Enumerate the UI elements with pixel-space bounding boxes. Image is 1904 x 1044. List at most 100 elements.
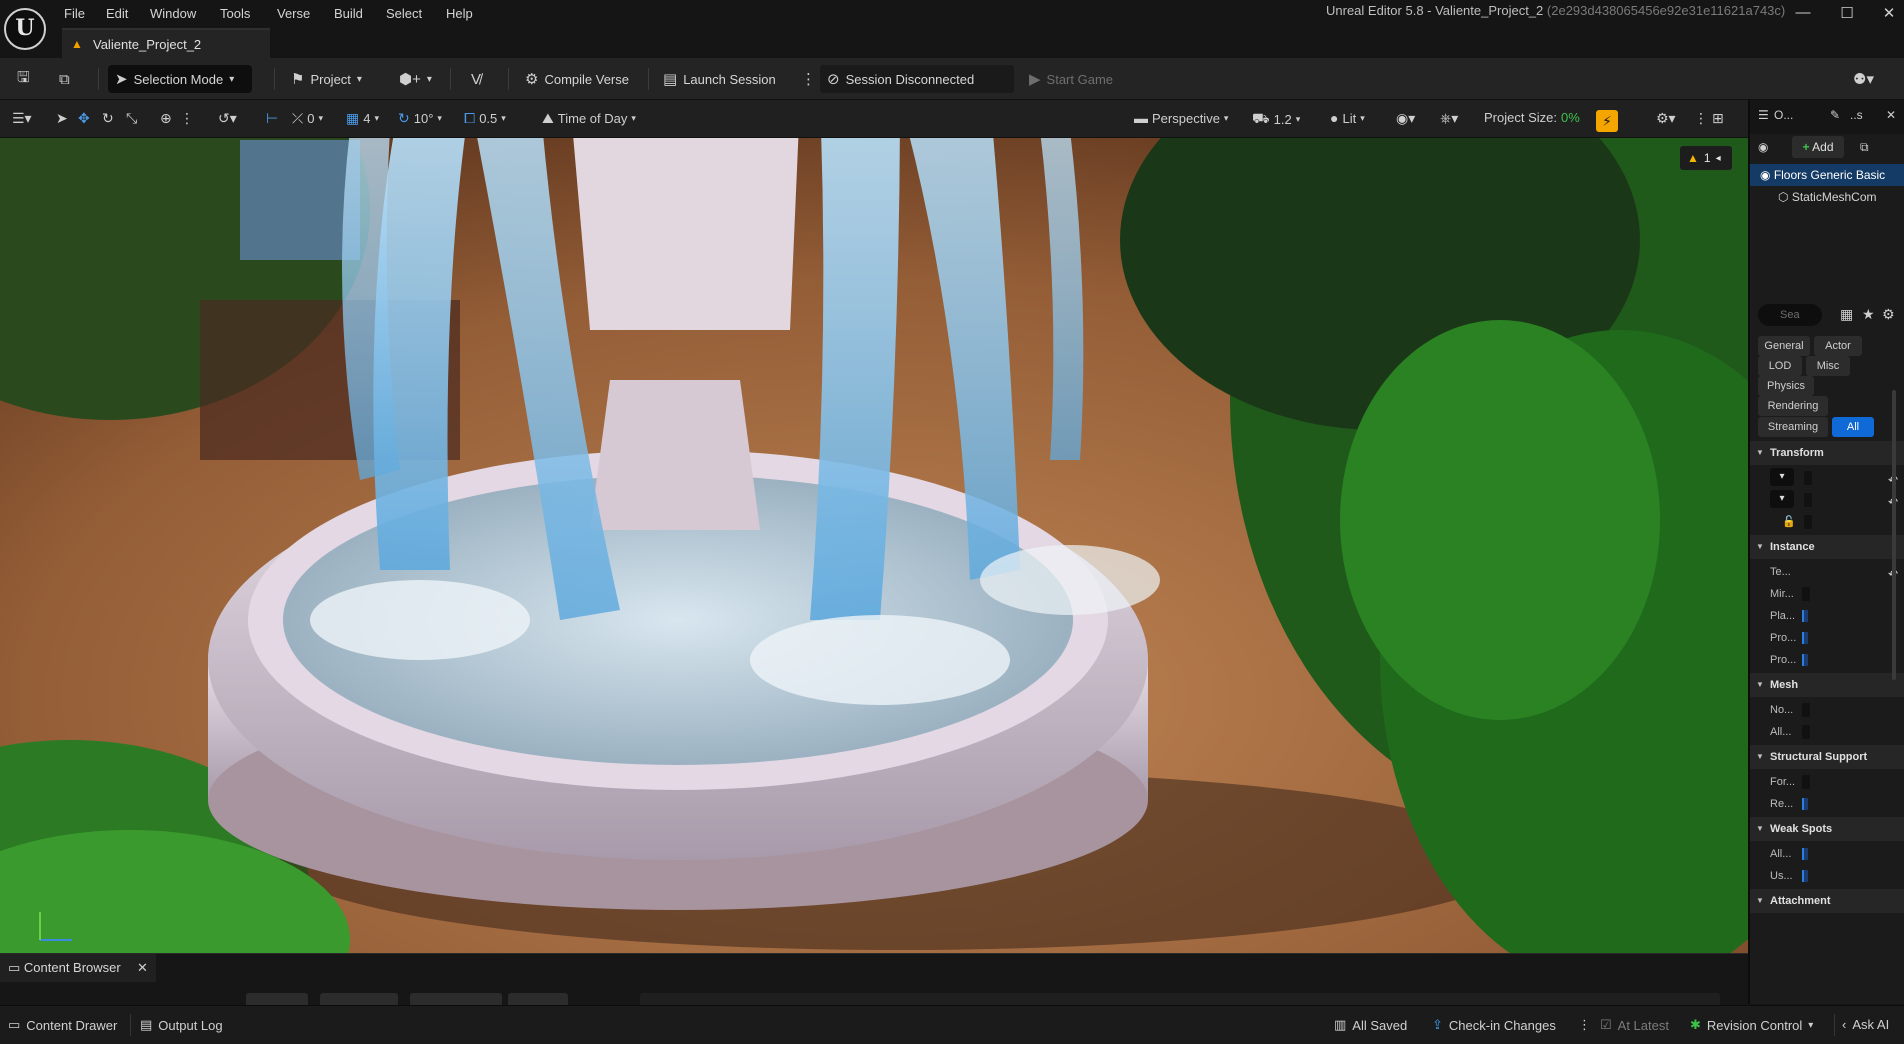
prop-value[interactable] — [1802, 775, 1810, 789]
scale-value[interactable] — [1804, 515, 1812, 529]
launch-session-button[interactable]: ▤ Launch Session — [656, 65, 783, 93]
grid-snap-dropdown[interactable]: ▦ 4 ▾ — [346, 110, 379, 127]
at-latest-indicator[interactable]: ☑ At Latest — [1600, 1017, 1669, 1033]
details-settings-icon[interactable]: ⚙ — [1882, 306, 1895, 323]
perspective-dropdown[interactable]: ▬ Perspective ▾ — [1134, 110, 1228, 126]
category-mesh[interactable]: Mesh — [1750, 673, 1904, 697]
outliner-tab[interactable]: O... — [1774, 108, 1793, 122]
level-tab[interactable]: ▲ Valiente_Project_2 — [62, 28, 270, 58]
details-tab[interactable]: ..s — [1850, 108, 1863, 122]
close-panel-icon[interactable]: ✕ — [1886, 108, 1896, 122]
session-status-indicator[interactable]: ⊘ Session Disconnected — [820, 65, 1014, 93]
menu-window[interactable]: Window — [150, 6, 196, 21]
performance-dropdown[interactable]: ⎈▾ — [1440, 110, 1458, 127]
start-game-button[interactable]: ▶ Start Game — [1022, 65, 1120, 93]
project-dropdown[interactable]: ⚑ Project ▾ — [284, 65, 369, 93]
menu-verse[interactable]: Verse — [277, 6, 310, 21]
details-search-input[interactable]: Sea — [1758, 304, 1822, 326]
filter-physics[interactable]: Physics — [1758, 376, 1814, 396]
prop-checkbox[interactable] — [1802, 798, 1808, 810]
prop-checkbox[interactable] — [1802, 654, 1808, 666]
prop-checkbox[interactable] — [1802, 870, 1808, 882]
verse-icon[interactable]: V̸ — [464, 65, 488, 93]
ask-ai-button[interactable]: ‹ Ask AI — [1842, 1017, 1889, 1032]
filter-misc[interactable]: Misc — [1806, 356, 1850, 376]
rotation-value[interactable] — [1804, 493, 1812, 507]
content-add-button[interactable] — [246, 993, 308, 1005]
content-fab-button[interactable] — [508, 993, 568, 1005]
close-tab-icon[interactable]: ✕ — [137, 954, 148, 982]
content-browser-tab[interactable]: ▭ Content Browser ✕ — [0, 954, 156, 982]
rotation-mode-dropdown[interactable]: ▾ — [1770, 490, 1794, 508]
time-of-day-dropdown[interactable]: ⛰ Time of Day ▾ — [542, 110, 636, 127]
selection-mode-dropdown[interactable]: ➤ Selection Mode ▾ — [108, 65, 252, 93]
prop-value[interactable] — [1802, 703, 1810, 717]
filter-lod[interactable]: LOD — [1758, 356, 1802, 376]
show-flags-dropdown[interactable]: ◉▾ — [1396, 110, 1415, 127]
details-tab-icon[interactable]: ✎ — [1830, 108, 1840, 122]
menu-file[interactable]: File — [64, 6, 85, 21]
view-mode-dropdown[interactable]: ● Lit ▾ — [1330, 110, 1365, 126]
viewport-more-icon[interactable]: ⋮ — [1694, 110, 1708, 127]
location-value[interactable] — [1804, 471, 1812, 485]
location-mode-dropdown[interactable]: ▾ — [1770, 468, 1794, 486]
rotation-snap-dropdown[interactable]: ⤫ 0 ▾ — [292, 110, 323, 127]
unreal-logo-icon[interactable]: U — [4, 8, 46, 50]
category-structural-support[interactable]: Structural Support — [1750, 745, 1904, 769]
add-content-dropdown[interactable]: ⬢+ ▾ — [392, 65, 439, 93]
scale-snap-dropdown[interactable]: ⧠ 0.5 ▾ — [464, 110, 506, 127]
translate-tool-icon[interactable]: ✥ — [78, 110, 90, 127]
menu-tools[interactable]: Tools — [220, 6, 250, 21]
revision-control-dropdown[interactable]: ✱ Revision Control ▾ — [1690, 1017, 1813, 1033]
filter-general[interactable]: General — [1758, 336, 1810, 356]
menu-select[interactable]: Select — [386, 6, 422, 21]
prop-value[interactable] — [1802, 725, 1810, 739]
angle-snap-dropdown[interactable]: ↻ 10° ▾ — [398, 110, 442, 127]
outliner-tab-icon[interactable]: ☰ — [1758, 108, 1769, 122]
realtime-toggle-icon[interactable]: ⚡ — [1596, 110, 1618, 132]
level-viewport[interactable] — [0, 100, 1748, 953]
output-log-button[interactable]: ▤ Output Log — [140, 1017, 223, 1033]
filter-rendering[interactable]: Rendering — [1758, 396, 1828, 416]
select-tool-icon[interactable]: ➤ — [56, 110, 68, 127]
content-import-button[interactable] — [320, 993, 398, 1005]
camera-speed-dropdown[interactable]: ⛟ 1.2 ▾ — [1252, 110, 1300, 129]
menu-help[interactable]: Help — [446, 6, 473, 21]
blueprint-icon[interactable]: ⧉ — [1860, 140, 1869, 155]
rotate-tool-icon[interactable]: ↻ — [102, 110, 114, 127]
table-view-icon[interactable]: ▦ — [1840, 306, 1853, 323]
content-drawer-button[interactable]: ▭ Content Drawer — [8, 1017, 117, 1033]
filter-actor[interactable]: Actor — [1814, 336, 1862, 356]
details-scrollbar[interactable] — [1892, 390, 1896, 680]
viewport-warning-badge[interactable]: ▲ 1 ◂ — [1680, 146, 1732, 170]
filter-streaming[interactable]: Streaming — [1758, 417, 1828, 437]
snap-mode-dropdown[interactable]: ↺▾ — [218, 110, 237, 127]
category-weak-spots[interactable]: Weak Spots — [1750, 817, 1904, 841]
viewport-settings-dropdown[interactable]: ⚙▾ — [1656, 110, 1676, 127]
menu-edit[interactable]: Edit — [106, 6, 128, 21]
content-path-breadcrumb[interactable] — [640, 993, 1720, 1005]
content-save-all-button[interactable] — [410, 993, 502, 1005]
transform-more-icon[interactable]: ⋮ — [180, 110, 194, 127]
close-window-icon[interactable]: ✕ — [1874, 4, 1904, 22]
scale-tool-icon[interactable]: ⤡ — [126, 110, 137, 127]
outliner-item-staticmesh[interactable]: ⬡ StaticMeshCom — [1750, 186, 1904, 208]
prop-checkbox[interactable] — [1802, 610, 1808, 622]
all-saved-indicator[interactable]: ▥ All Saved — [1334, 1017, 1407, 1033]
browse-icon[interactable]: ⧉ — [52, 65, 77, 93]
compile-verse-button[interactable]: ⚙ Compile Verse — [518, 65, 636, 93]
menu-build[interactable]: Build — [334, 6, 363, 21]
maximize-icon[interactable]: ☐ — [1832, 4, 1862, 22]
layout-grid-icon[interactable]: ⊞ — [1712, 110, 1724, 127]
user-group-icon[interactable]: ⚉▾ — [1846, 65, 1881, 93]
category-transform[interactable]: Transform — [1750, 441, 1904, 465]
category-attachment[interactable]: Attachment — [1750, 889, 1904, 913]
status-more-icon[interactable]: ⋮ — [1578, 1017, 1591, 1033]
prop-checkbox[interactable] — [1802, 632, 1808, 644]
category-instance[interactable]: Instance — [1750, 535, 1904, 559]
check-in-changes-button[interactable]: ⇪ Check-in Changes — [1432, 1017, 1556, 1033]
prop-value[interactable] — [1802, 587, 1810, 601]
add-component-button[interactable]: + Add — [1792, 136, 1844, 158]
save-icon[interactable]: 🖫 — [10, 65, 37, 93]
outliner-item-floors[interactable]: ◉ Floors Generic Basic — [1750, 164, 1904, 186]
